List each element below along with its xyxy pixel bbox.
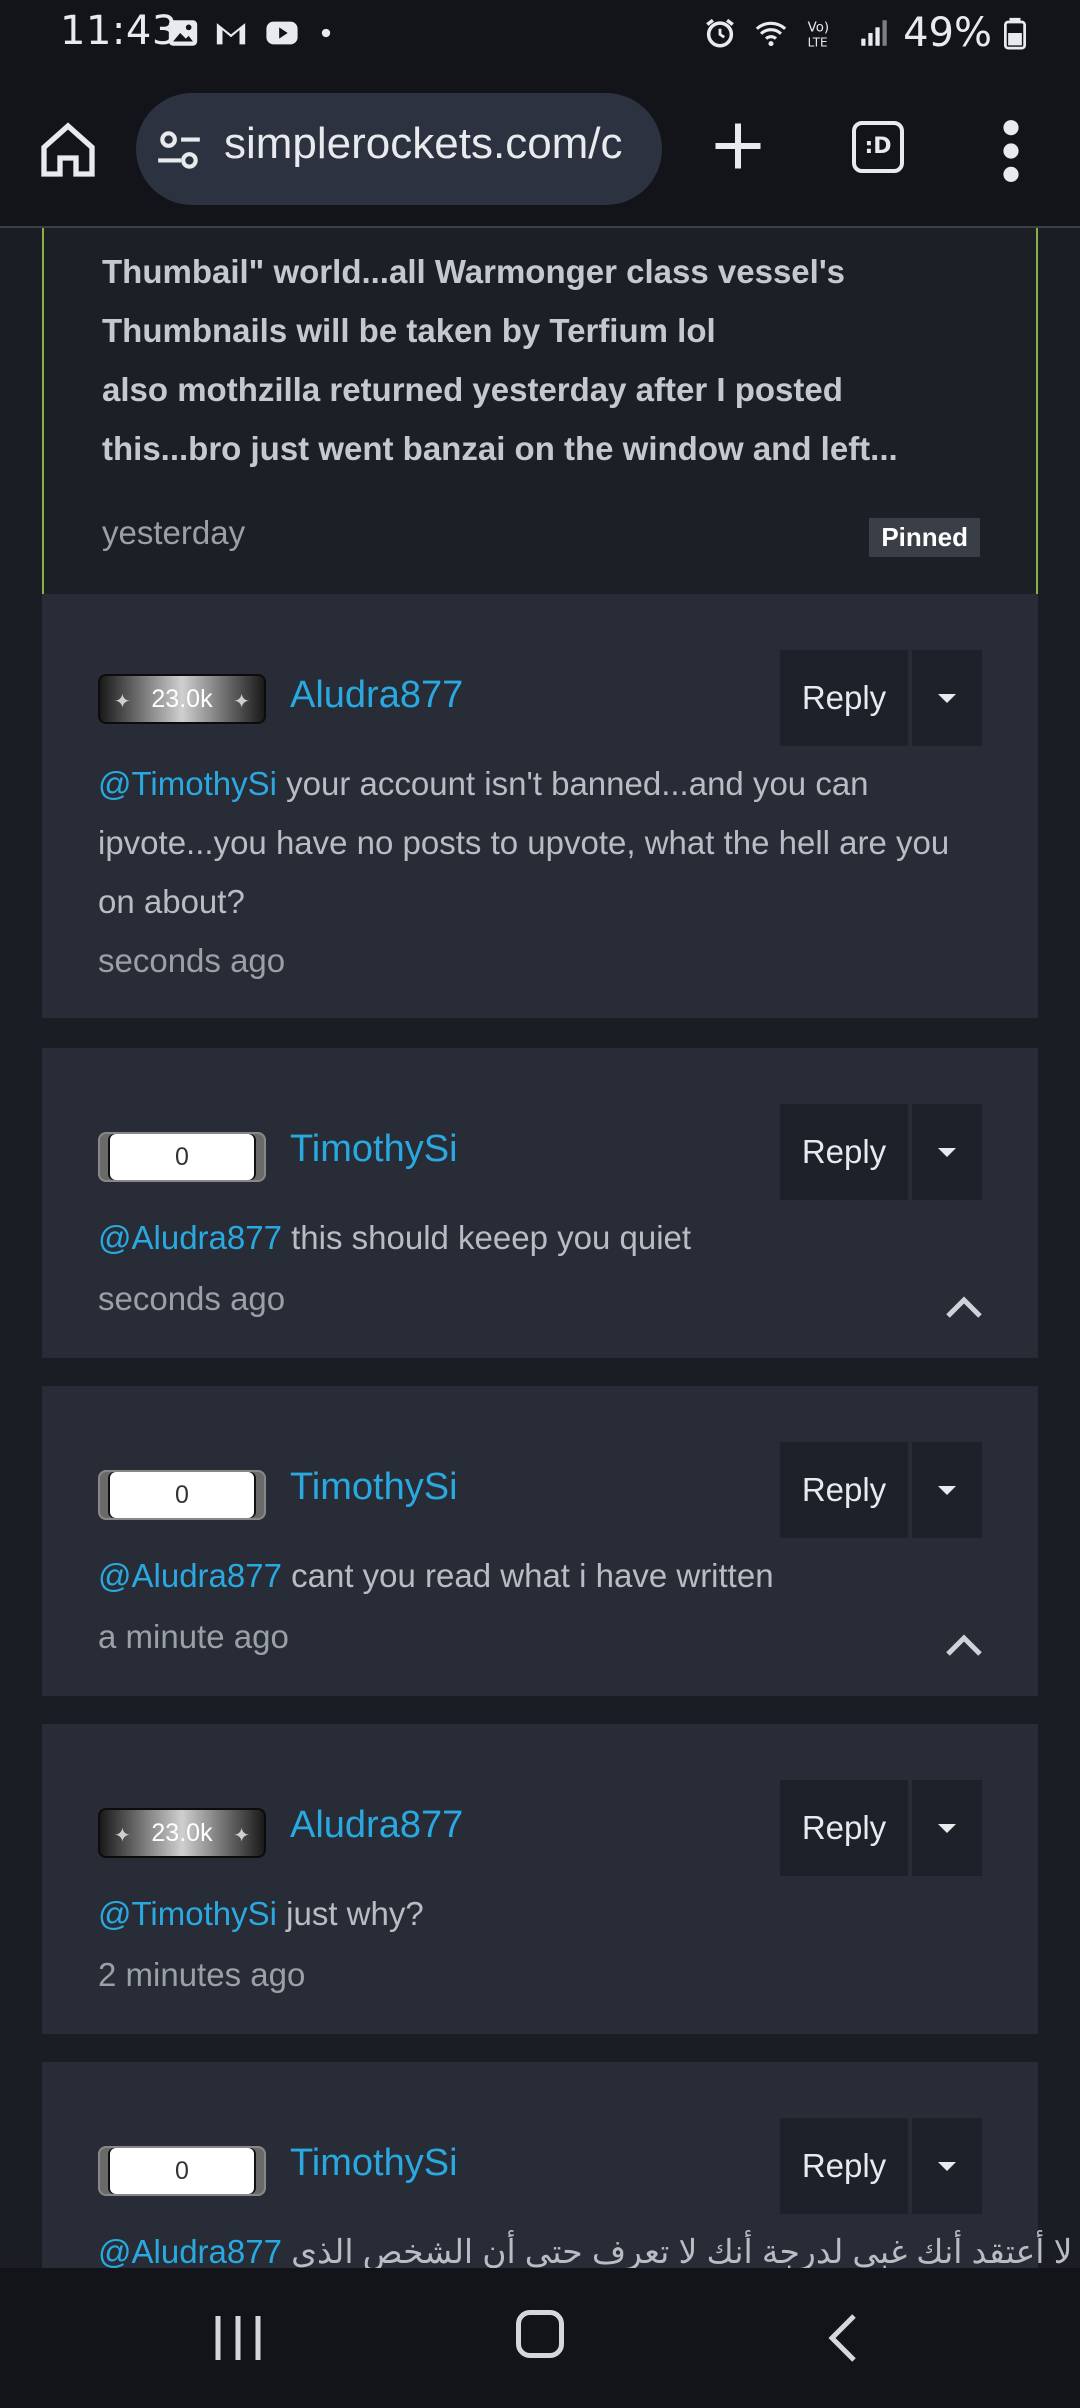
reply-dropdown-button[interactable]	[912, 2118, 982, 2214]
comment-text: @Aludra877 cant you read what i have wri…	[98, 1557, 774, 1594]
status-bar: 11:43 Vo) LTE 49%	[0, 0, 1080, 72]
points-badge: 0	[98, 1132, 266, 1182]
comment-text: @Aludra877 لا أعتقد أنك غبي لدرجة أنك لا…	[98, 2233, 1073, 2268]
reply-group: Reply	[780, 1104, 982, 1200]
mention-link[interactable]: @Aludra877	[98, 2233, 282, 2268]
comment-author[interactable]: TimothySi	[290, 1466, 458, 1509]
dot-icon	[321, 28, 331, 38]
comment-timestamp: a minute ago	[98, 1618, 289, 1655]
chevron-up-icon[interactable]	[944, 1294, 984, 1320]
points-badge: ✦ 23.0k ✦	[98, 674, 266, 724]
screen: 11:43 Vo)LTE 49% simplerockets.com/c :D	[0, 0, 1080, 2408]
reply-button[interactable]: Reply	[780, 650, 908, 746]
pinned-comment-text: Thumbail" world...all Warmonger class ve…	[102, 253, 898, 467]
back-icon[interactable]	[824, 2312, 860, 2364]
star-icon: ✦	[114, 1825, 131, 1847]
gallery-icon	[168, 20, 198, 46]
home-icon[interactable]	[36, 118, 100, 182]
points-value: 0	[175, 2156, 189, 2185]
mention-link[interactable]: @TimothySi	[98, 765, 277, 802]
reply-group: Reply	[780, 2118, 982, 2214]
points-badge: 0	[98, 2146, 266, 2196]
reply-button[interactable]: Reply	[780, 1442, 908, 1538]
chevron-up-icon[interactable]	[944, 1632, 984, 1658]
comment-card: 0 TimothySi Reply @Aludra877 لا أعتقد أن…	[42, 2062, 1073, 2268]
home-button-icon[interactable]	[516, 2310, 564, 2358]
points-value: 0	[175, 1480, 189, 1509]
comments-feed: Thumbail" world...all Warmonger class ve…	[0, 228, 1080, 2268]
comment-author[interactable]: TimothySi	[290, 1128, 458, 1171]
address-bar[interactable]: simplerockets.com/c	[136, 93, 662, 205]
comment-author[interactable]: Aludra877	[290, 674, 463, 717]
reply-dropdown-button[interactable]	[912, 1104, 982, 1200]
wifi-icon	[755, 21, 787, 47]
comment-timestamp: seconds ago	[98, 1280, 286, 1317]
comment-author[interactable]: TimothySi	[290, 2142, 458, 2185]
caret-down-icon	[938, 1823, 956, 1833]
browser-toolbar: simplerockets.com/c :D	[0, 72, 1080, 228]
points-value: 23.0k	[151, 1818, 213, 1847]
pinned-timestamp: yesterday	[102, 514, 246, 551]
battery-percent: 49%	[903, 10, 992, 56]
caret-down-icon	[938, 1147, 956, 1157]
comment-text: @TimothySi your account isn't banned...a…	[98, 765, 950, 920]
comment-card: ✦ 23.0k ✦ Aludra877 Reply @TimothySi you…	[42, 594, 1038, 1018]
reply-group: Reply	[780, 650, 982, 746]
alarm-icon	[706, 18, 734, 48]
comment-timestamp: seconds ago	[98, 942, 286, 979]
svg-text:LTE: LTE	[808, 35, 828, 49]
star-icon: ✦	[233, 1825, 250, 1847]
points-badge: ✦ 23.0k ✦	[98, 1808, 266, 1858]
reply-group: Reply	[780, 1780, 982, 1876]
system-icons: Vo) LTE 49%	[703, 10, 1026, 56]
caret-down-icon	[938, 693, 956, 703]
points-value: 0	[175, 1142, 189, 1171]
new-tab-icon[interactable]	[708, 116, 768, 176]
battery-icon	[1004, 17, 1026, 50]
url-text[interactable]: simplerockets.com/c	[224, 119, 623, 169]
svg-text:Vo): Vo)	[808, 21, 829, 36]
caret-down-icon	[938, 2161, 956, 2171]
points-value: 23.0k	[151, 684, 213, 713]
comment-author[interactable]: Aludra877	[290, 1804, 463, 1847]
comment-text: @TimothySi just why?	[98, 1895, 424, 1932]
comment-card: 0 TimothySi Reply @Aludra877 this should…	[42, 1048, 1038, 1358]
gmail-icon	[216, 23, 246, 45]
reply-dropdown-button[interactable]	[912, 650, 982, 746]
more-options-icon[interactable]	[996, 116, 1026, 186]
comment-card: ✦ 23.0k ✦ Aludra877 Reply @TimothySi jus…	[42, 1724, 1038, 2034]
status-time: 11:43	[60, 8, 178, 54]
reply-dropdown-button[interactable]	[912, 1780, 982, 1876]
notification-icons	[166, 16, 336, 50]
reply-group: Reply	[780, 1442, 982, 1538]
comment-card: 0 TimothySi Reply @Aludra877 cant you re…	[42, 1386, 1038, 1696]
pinned-badge: Pinned	[869, 518, 980, 557]
recent-apps-icon[interactable]	[210, 2312, 266, 2364]
comment-timestamp: 2 minutes ago	[98, 1956, 306, 1993]
points-badge: 0	[98, 1470, 266, 1520]
mention-link[interactable]: @Aludra877	[98, 1219, 282, 1256]
reply-button[interactable]: Reply	[780, 1780, 908, 1876]
volte-icon: Vo)LTE	[808, 21, 829, 50]
comment-text: @Aludra877 this should keeep you quiet	[98, 1219, 692, 1256]
signal-icon	[861, 20, 887, 46]
star-icon: ✦	[114, 691, 131, 713]
tab-switcher-button[interactable]: :D	[852, 121, 904, 173]
star-icon: ✦	[233, 691, 250, 713]
site-settings-icon[interactable]	[154, 125, 204, 175]
mention-link[interactable]: @TimothySi	[98, 1895, 277, 1932]
reply-button[interactable]: Reply	[780, 1104, 908, 1200]
reply-button[interactable]: Reply	[780, 2118, 908, 2214]
youtube-icon	[266, 21, 298, 45]
reply-dropdown-button[interactable]	[912, 1442, 982, 1538]
mention-link[interactable]: @Aludra877	[98, 1557, 282, 1594]
caret-down-icon	[938, 1485, 956, 1495]
system-nav-bar	[0, 2268, 1080, 2408]
